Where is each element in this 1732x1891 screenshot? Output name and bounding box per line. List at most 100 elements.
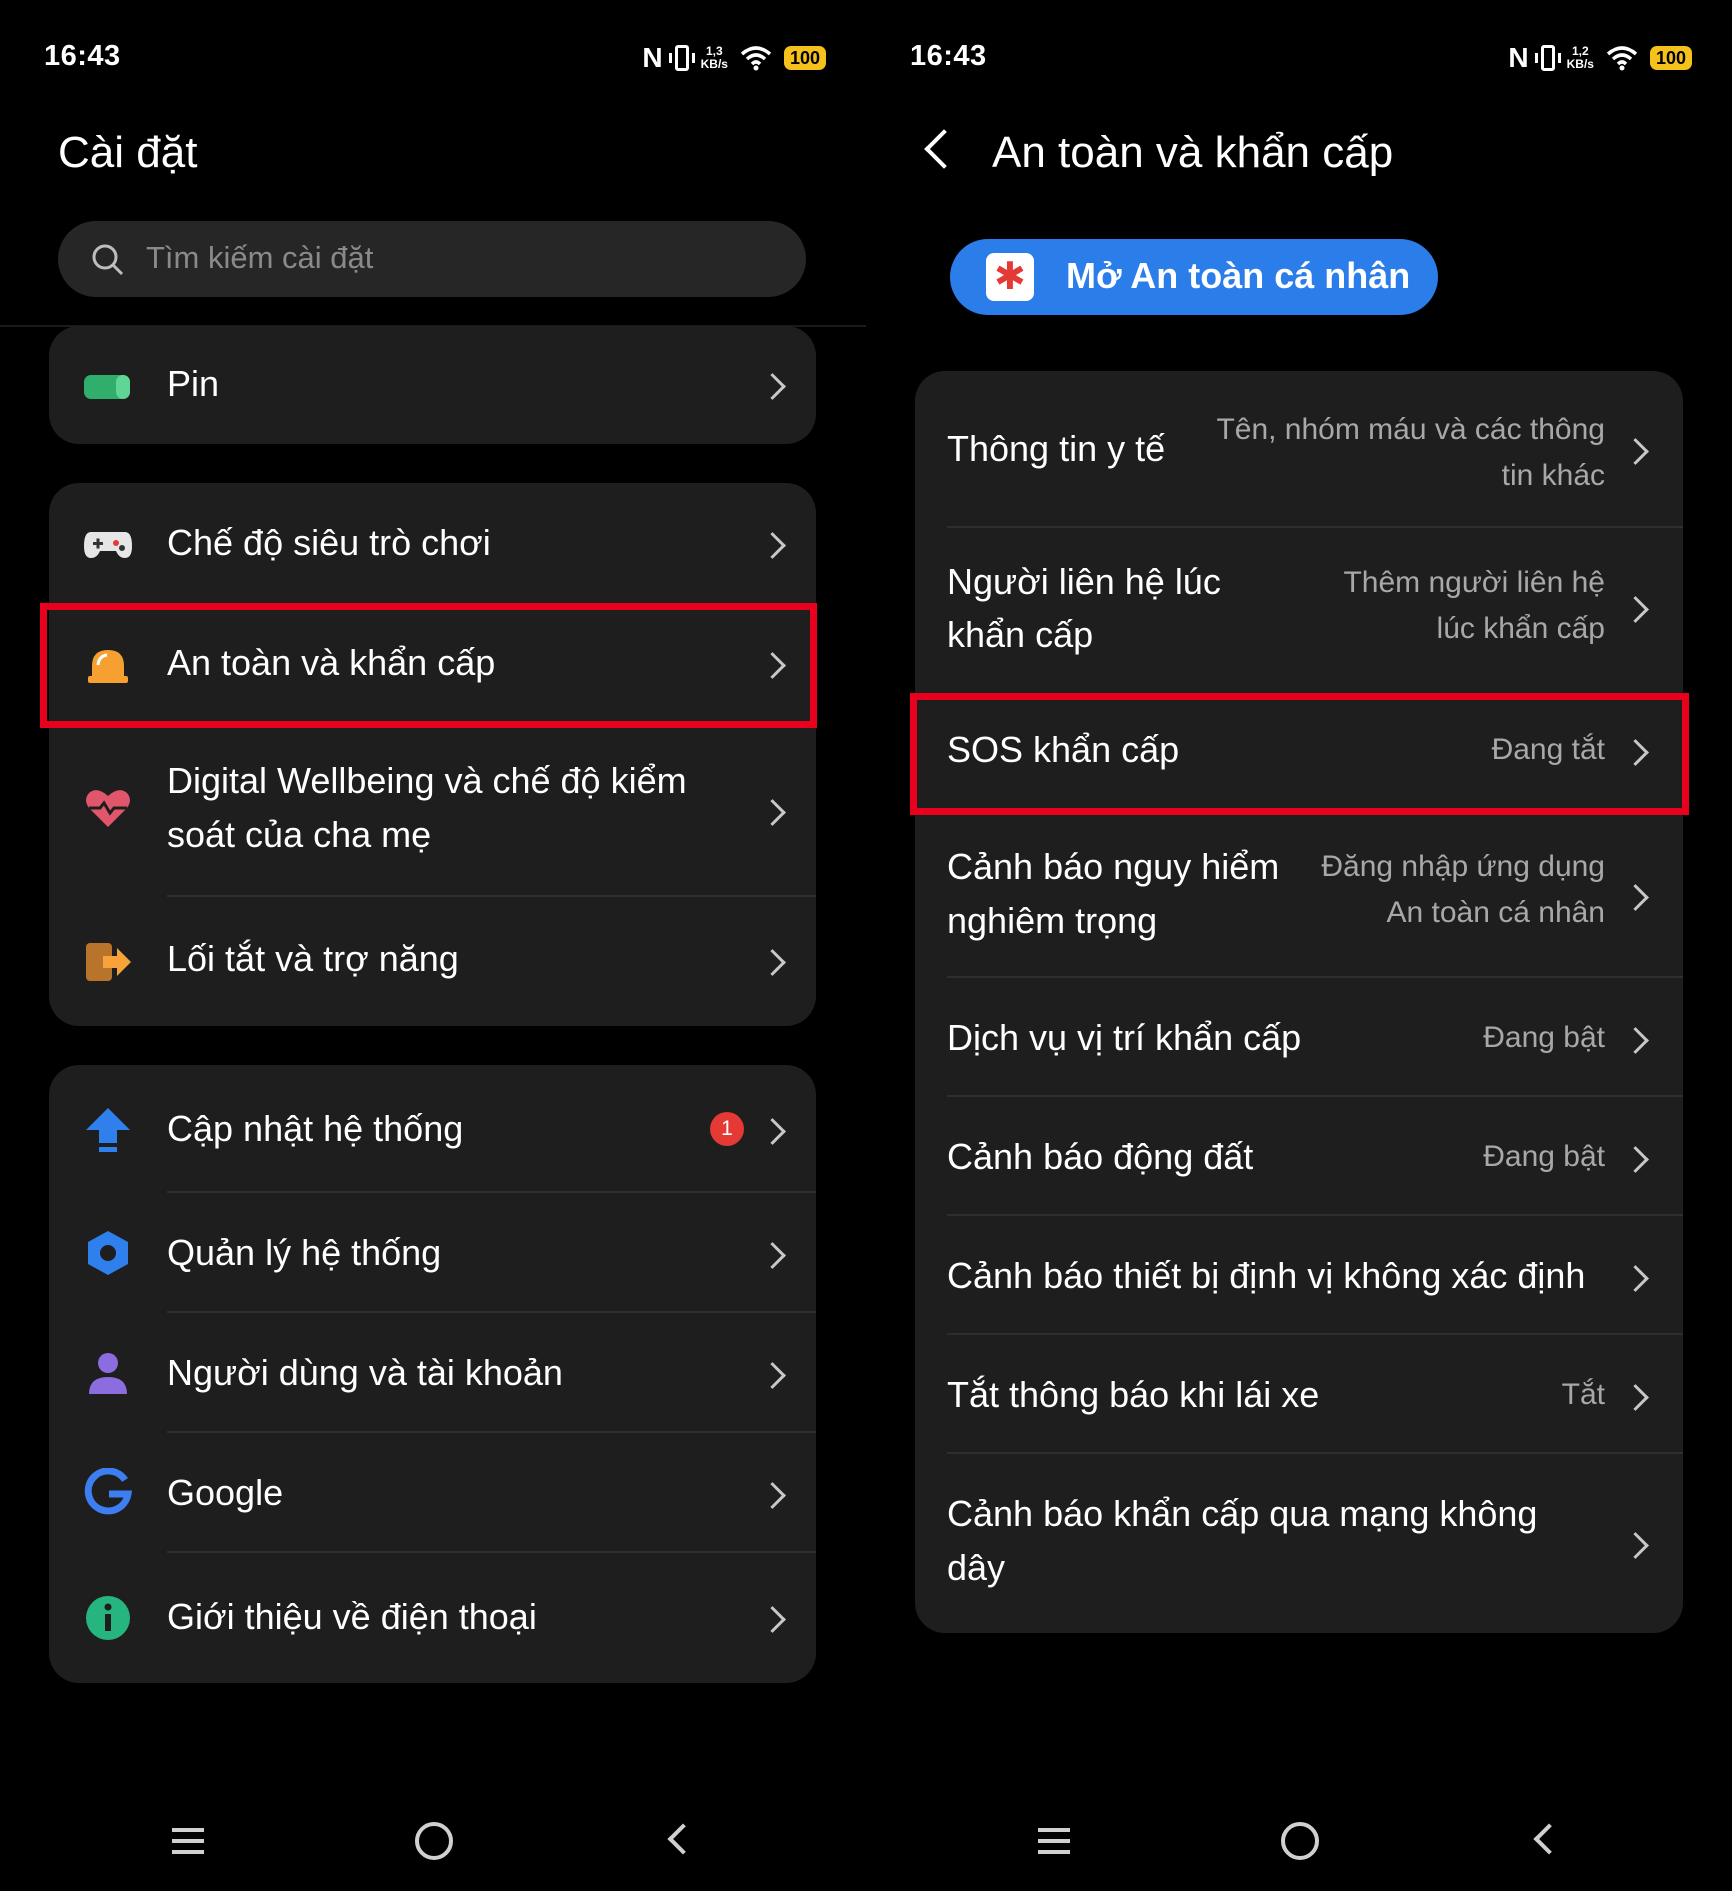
list-item-value-line2: lúc khẩn cấp: [1436, 612, 1605, 645]
list-item-label: Người liên hệ lúc: [947, 561, 1221, 602]
chevron-right-icon: [759, 1242, 786, 1269]
chevron-right-icon: [759, 799, 786, 826]
settings-group-1: Pin: [49, 326, 816, 444]
info-icon: [83, 1593, 133, 1643]
status-bar: 16:43 N 1,3 KB/s 100: [0, 38, 866, 80]
settings-item-label-line2: soát của cha mẹ: [167, 814, 432, 855]
list-item-value: Đang bật: [1483, 1140, 1605, 1173]
nfc-icon: N: [1508, 42, 1529, 73]
list-item-medical-info[interactable]: Thông tin y tế Tên, nhóm máu và các thôn…: [915, 371, 1683, 528]
chevron-right-icon: [1622, 1384, 1649, 1411]
home-icon[interactable]: [1281, 1822, 1319, 1860]
vibrate-icon: [668, 45, 695, 71]
chevron-right-icon: [1622, 596, 1649, 623]
list-item-unknown-tracker-alerts[interactable]: Cảnh báo thiết bị định vị không xác định: [915, 1216, 1683, 1335]
back-icon[interactable]: [1533, 1823, 1565, 1855]
list-item-value-line2: An toàn cá nhân: [1386, 896, 1605, 929]
settings-item-users-accounts[interactable]: Người dùng và tài khoản: [49, 1313, 816, 1433]
search-input[interactable]: Tìm kiếm cài đặt: [58, 221, 806, 297]
list-item-value: Tắt: [1561, 1378, 1605, 1411]
google-icon: [83, 1467, 133, 1518]
nfc-icon: N: [642, 42, 663, 73]
network-speed: 1,2 KB/s: [1566, 44, 1594, 71]
settings-item-label: Pin: [167, 363, 220, 404]
list-item-extreme-danger-alerts[interactable]: Cảnh báo nguy hiểm nghiêm trọng Đăng nhậ…: [915, 813, 1683, 978]
wifi-icon: [1606, 46, 1638, 71]
list-item-earthquake-alerts[interactable]: Cảnh báo động đất Đang bật: [915, 1097, 1683, 1216]
chevron-right-icon: [759, 949, 786, 976]
list-item-label-line2: dây: [947, 1547, 1006, 1588]
settings-item-label: Google: [167, 1472, 284, 1513]
settings-item-label: Cập nhật hệ thống: [167, 1108, 464, 1149]
search-icon: [92, 244, 124, 276]
list-item-value: Đăng nhập ứng dụng: [1321, 850, 1605, 883]
settings-item-game-mode[interactable]: Chế độ siêu trò chơi: [49, 483, 816, 603]
heart-icon: [83, 783, 133, 833]
home-icon[interactable]: [415, 1822, 453, 1860]
list-item-label: Cảnh báo khẩn cấp qua mạng không: [947, 1493, 1538, 1534]
settings-item-battery[interactable]: Pin: [49, 326, 816, 444]
list-item-label: Tắt thông báo khi lái xe: [947, 1374, 1320, 1415]
settings-item-system-update[interactable]: Cập nhật hệ thống 1: [49, 1065, 816, 1193]
wifi-icon: [740, 46, 772, 71]
menu-icon[interactable]: [172, 1828, 204, 1854]
settings-group-3: Cập nhật hệ thống 1 Quản lý hệ thống Ngư…: [49, 1065, 816, 1683]
battery-level: 100: [1649, 46, 1692, 70]
list-item-emergency-location[interactable]: Dịch vụ vị trí khẩn cấp Đang bật: [915, 978, 1683, 1097]
chevron-right-icon: [1622, 1532, 1649, 1559]
user-icon: [83, 1348, 133, 1398]
vibrate-icon: [1534, 45, 1561, 71]
shortcut-icon: [83, 937, 133, 987]
settings-item-label: Người dùng và tài khoản: [167, 1352, 563, 1393]
chevron-right-icon: [1622, 884, 1649, 911]
navigation-bar: [0, 1820, 866, 1870]
menu-icon[interactable]: [1038, 1828, 1070, 1854]
status-bar: 16:43 N 1,2 KB/s 100: [866, 38, 1732, 80]
list-item-value-line2: tin khác: [1501, 459, 1605, 492]
hexagon-icon: [83, 1228, 133, 1278]
highlight-box: [40, 603, 817, 728]
gamepad-icon: [83, 518, 133, 568]
highlight-box: [910, 693, 1689, 815]
list-item-driving-notifications[interactable]: Tắt thông báo khi lái xe Tắt: [915, 1335, 1683, 1454]
settings-item-about-phone[interactable]: Giới thiệu về điện thoại: [49, 1553, 816, 1683]
status-time: 16:43: [910, 40, 987, 72]
page-title: Cài đặt: [58, 128, 198, 177]
search-placeholder: Tìm kiếm cài đặt: [146, 240, 374, 275]
settings-item-system-management[interactable]: Quản lý hệ thống: [49, 1193, 816, 1313]
personal-safety-logo-icon: [986, 253, 1034, 301]
list-item-label-line2: nghiêm trọng: [947, 900, 1158, 941]
chevron-right-icon: [759, 1118, 786, 1145]
list-item-wireless-emergency-alerts[interactable]: Cảnh báo khẩn cấp qua mạng không dây: [915, 1454, 1683, 1633]
safety-settings-list: Thông tin y tế Tên, nhóm máu và các thôn…: [915, 371, 1683, 1633]
list-item-label: Cảnh báo động đất: [947, 1136, 1254, 1177]
notification-badge: 1: [710, 1112, 744, 1146]
list-item-label: Cảnh báo nguy hiểm: [947, 846, 1280, 887]
open-personal-safety-label: Mở An toàn cá nhân: [1066, 255, 1411, 296]
settings-screen: 16:43 N 1,3 KB/s 100 Cài đặt Tìm kiếm cài…: [0, 0, 866, 1891]
page-title: An toàn và khẩn cấp: [992, 128, 1394, 177]
settings-item-shortcuts[interactable]: Lối tắt và trợ năng: [49, 897, 816, 1026]
list-item-label: Dịch vụ vị trí khẩn cấp: [947, 1017, 1302, 1058]
list-item-emergency-contacts[interactable]: Người liên hệ lúc khẩn cấp Thêm người li…: [915, 528, 1683, 687]
list-item-label-line2: khẩn cấp: [947, 614, 1094, 655]
chevron-right-icon: [1622, 1265, 1649, 1292]
list-item-label: Thông tin y tế: [947, 428, 1166, 469]
chevron-right-icon: [759, 1606, 786, 1633]
list-item-label: Cảnh báo thiết bị định vị không xác định: [947, 1255, 1586, 1296]
chevron-right-icon: [1622, 1027, 1649, 1054]
back-icon[interactable]: [667, 1823, 699, 1855]
chevron-right-icon: [1622, 1146, 1649, 1173]
settings-item-label: Lối tắt và trợ năng: [167, 938, 459, 979]
settings-item-digital-wellbeing[interactable]: Digital Wellbeing và chế độ kiểm soát củ…: [49, 723, 816, 897]
update-arrow-icon: [83, 1105, 133, 1155]
chevron-right-icon: [759, 1362, 786, 1389]
settings-item-google[interactable]: Google: [49, 1433, 816, 1553]
open-personal-safety-button[interactable]: Mở An toàn cá nhân: [950, 239, 1438, 315]
list-item-value: Thêm người liên hệ: [1343, 566, 1605, 599]
network-speed: 1,3 KB/s: [700, 44, 728, 71]
chevron-right-icon: [1622, 438, 1649, 465]
settings-item-label: Chế độ siêu trò chơi: [167, 522, 491, 563]
settings-group-2: Chế độ siêu trò chơi An toàn và khẩn cấp…: [49, 483, 816, 1026]
settings-item-label: Quản lý hệ thống: [167, 1232, 442, 1273]
